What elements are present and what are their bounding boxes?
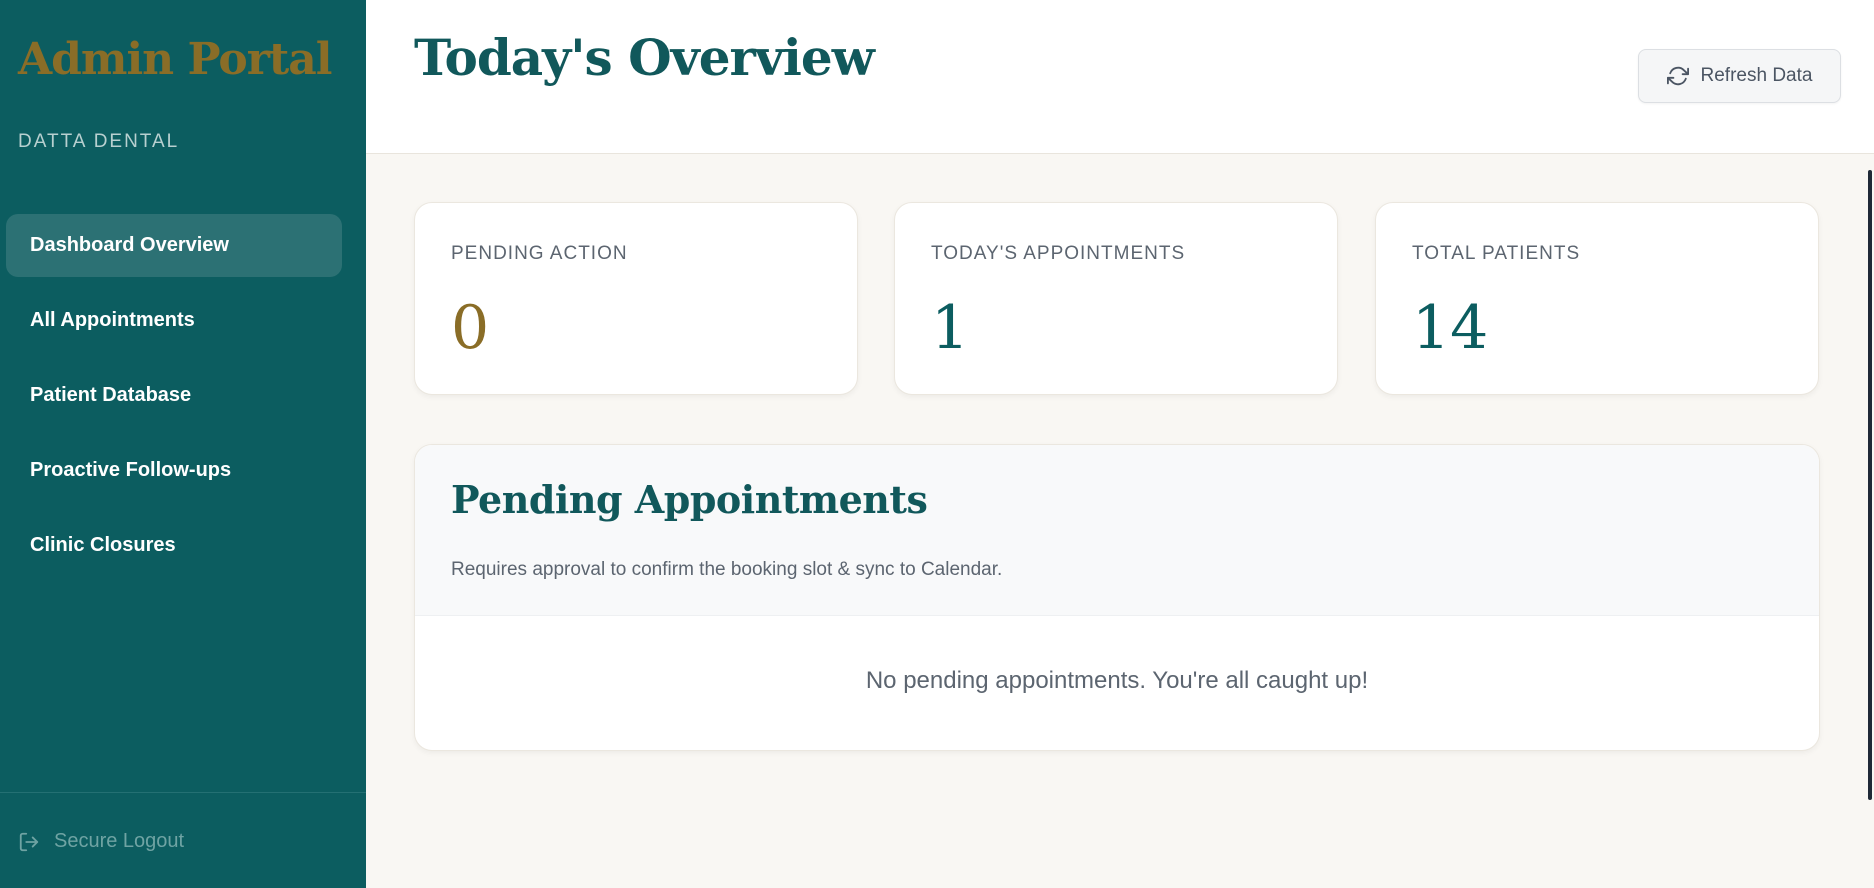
stat-value: 0	[451, 293, 490, 363]
sidebar-item-all-appointments[interactable]: All Appointments	[6, 289, 342, 352]
top-bar: Today's Overview Refresh Data	[366, 0, 1874, 154]
stat-label: TOTAL PATIENTS	[1412, 243, 1581, 264]
sidebar-divider	[0, 792, 366, 793]
refresh-data-button[interactable]: Refresh Data	[1638, 49, 1841, 103]
logout-icon	[19, 832, 39, 851]
logout-button[interactable]: Secure Logout	[18, 830, 184, 853]
refresh-icon	[1666, 66, 1689, 86]
stat-card-pending-action: PENDING ACTION 0	[414, 202, 858, 395]
stat-label: TODAY'S APPOINTMENTS	[931, 243, 1186, 264]
stat-label: PENDING ACTION	[451, 243, 628, 264]
clinic-name: DATTA DENTAL	[18, 131, 180, 152]
pending-appointments-panel: Pending Appointments Requires approval t…	[414, 444, 1820, 751]
brand-title: Admin Portal	[18, 34, 332, 85]
sidebar-item-patient-database[interactable]: Patient Database	[6, 364, 342, 427]
sidebar-item-clinic-closures[interactable]: Clinic Closures	[6, 514, 342, 577]
stat-value: 14	[1412, 293, 1489, 363]
panel-header: Pending Appointments Requires approval t…	[415, 445, 1819, 616]
sidebar-item-label: Dashboard Overview	[30, 234, 229, 256]
empty-state-message: No pending appointments. You're all caug…	[865, 667, 1369, 694]
sidebar-item-label: All Appointments	[30, 309, 195, 331]
stat-card-total-patients: TOTAL PATIENTS 14	[1375, 202, 1819, 395]
sidebar-nav: Dashboard Overview All Appointments Pati…	[6, 214, 342, 589]
logout-label: Secure Logout	[54, 830, 185, 852]
sidebar-item-label: Proactive Follow-ups	[30, 459, 232, 481]
sidebar-item-proactive-follow-ups[interactable]: Proactive Follow-ups	[6, 439, 342, 502]
refresh-label: Refresh Data	[1700, 65, 1813, 86]
sidebar: Admin Portal DATTA DENTAL Dashboard Over…	[0, 0, 366, 888]
panel-title: Pending Appointments	[451, 477, 928, 522]
panel-subtitle: Requires approval to confirm the booking…	[451, 559, 1003, 580]
page-title: Today's Overview	[414, 28, 875, 87]
page-scrollbar[interactable]	[1868, 170, 1872, 800]
sidebar-item-label: Patient Database	[30, 384, 192, 406]
stat-value: 1	[931, 293, 970, 363]
sidebar-item-label: Clinic Closures	[30, 534, 176, 556]
sidebar-item-dashboard-overview[interactable]: Dashboard Overview	[6, 214, 342, 277]
stat-card-todays-appointments: TODAY'S APPOINTMENTS 1	[894, 202, 1338, 395]
